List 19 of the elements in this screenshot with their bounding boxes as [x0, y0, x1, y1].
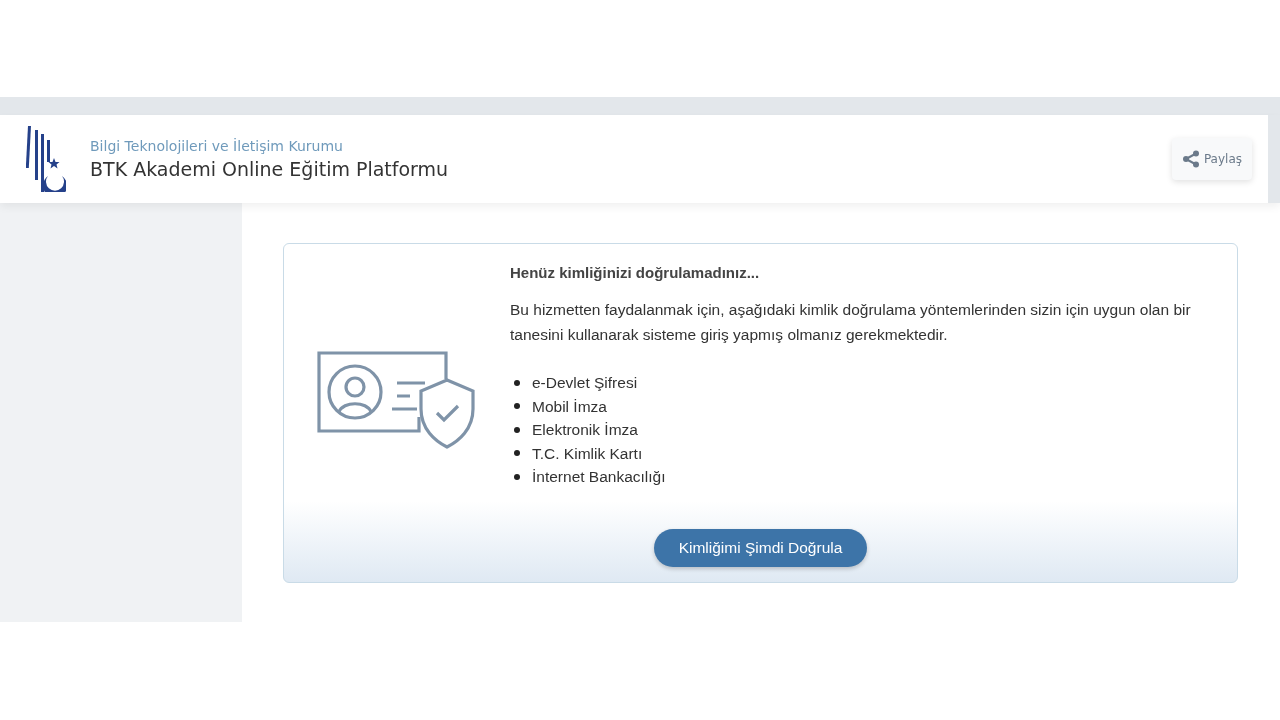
method-item: Elektronik İmza: [532, 420, 638, 440]
logo-icon: [26, 126, 66, 192]
verify-identity-button[interactable]: Kimliğimi Şimdi Doğrula: [653, 528, 868, 567]
bullet-icon: [514, 403, 520, 410]
platform-title: BTK Akademi Online Eğitim Platformu: [90, 158, 450, 180]
method-item: Mobil İmza: [532, 396, 607, 417]
bullet-icon: [514, 379, 520, 386]
id-card-shield-icon: [317, 351, 477, 452]
bullet-icon: [514, 473, 520, 480]
notice-paragraph: Bu hizmetten faydalanmak için, aşağıdaki kimlik doğrulama yöntemlerinden sizin için uygun olan bir tanesini kullanarak sisteme giriş yapmış olmanız gerekmektedir.: [510, 300, 1192, 345]
method-item: T.C. Kimlik Kartı: [532, 443, 643, 464]
method-item: İnternet Bankacılığı: [532, 467, 666, 487]
bullet-icon: [514, 450, 520, 457]
share-icon: [1181, 150, 1200, 168]
share-button[interactable]: Paylaş: [1171, 138, 1252, 180]
bullet-icon: [514, 426, 520, 433]
notice-heading: Henüz kimliğinizi doğrulamadınız...: [510, 264, 761, 281]
method-item: e-Devlet Şifresi: [532, 373, 638, 393]
organization-name: Bilgi Teknolojileri ve İletişim Kurumu: [90, 138, 344, 154]
